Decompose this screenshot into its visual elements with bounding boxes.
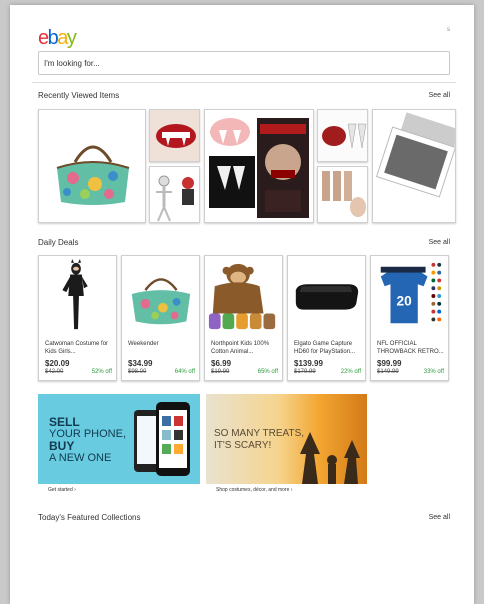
vampire-fangs-image [205, 110, 313, 222]
deal-discount: 52% off [91, 369, 112, 375]
halloween-banner-text: SO MANY TREATS, IT'S SCARY! [214, 428, 304, 452]
deal-old-price: $98.00 [128, 369, 147, 375]
banner-line: SELL [49, 415, 80, 429]
logo-letter-y: y [66, 27, 77, 49]
deal-old-price: $149.99 [377, 369, 399, 375]
animal-blanket-image [208, 263, 276, 330]
jersey-number: 20 [397, 294, 413, 309]
daily-deals-see-all[interactable]: See all [429, 239, 450, 246]
skeleton-image [156, 175, 194, 222]
recent-item-vampire-fangs[interactable] [204, 109, 314, 223]
deal-discount: 33% off [423, 369, 444, 375]
recently-viewed-see-all[interactable]: See all [429, 92, 450, 99]
deal-name: NFL OFFICIAL THROWBACK RETRO... [377, 341, 444, 355]
deal-price: $34.99 [128, 359, 153, 368]
trick-or-treaters-image [300, 432, 360, 484]
paisley-bag-image [56, 145, 130, 205]
deal-card[interactable]: Catwoman Costume for Kids Girls... $20.0… [38, 255, 117, 381]
deal-card[interactable]: 20 NFL OFFICIAL THROWBACK RETRO... $99.9… [370, 255, 449, 381]
deal-price: $99.99 [377, 359, 402, 368]
phones-image [134, 402, 190, 476]
banner-line: SO MANY TREATS, [214, 428, 305, 439]
deal-discount: 65% off [257, 369, 278, 375]
vampire-lips-image [150, 110, 199, 161]
featured-collections-title: Today's Featured Collections [38, 513, 141, 522]
logo-letter-b: b [47, 27, 59, 49]
deal-card[interactable]: Northpoint Kids 100% Cotton Animal... $6… [204, 255, 283, 381]
fangs-image [318, 110, 367, 161]
deal-name: Northpoint Kids 100% Cotton Animal... [211, 341, 270, 355]
search-box[interactable] [38, 51, 450, 75]
deal-card[interactable]: Elgato Game Capture HD60 for PlayStation… [287, 255, 366, 381]
game-capture-device-image [295, 284, 359, 310]
deal-discount: 22% off [340, 369, 361, 375]
deal-price: $139.99 [294, 359, 323, 368]
recent-item-fangs[interactable] [317, 109, 368, 162]
deal-name: Catwoman Costume for Kids Girls... [45, 341, 109, 355]
banner-line: A NEW ONE [49, 452, 112, 464]
deal-name: Elgato Game Capture HD60 for PlayStation… [294, 341, 356, 355]
deal-old-price: $179.99 [294, 369, 316, 375]
menu-button[interactable]: s [447, 27, 450, 33]
logo-letter-e: e [38, 27, 49, 49]
sell-banner-text: SELL YOUR PHONE, BUY A NEW ONE [49, 416, 126, 464]
recent-item-stockings[interactable] [317, 166, 368, 223]
deal-price: $6.99 [211, 359, 232, 368]
divider [32, 82, 456, 83]
daily-deals-title: Daily Deals [38, 238, 79, 247]
deal-price: $20.09 [45, 359, 70, 368]
weekender-bag-image [131, 278, 191, 325]
recent-item-fangs-lips[interactable] [149, 109, 200, 162]
deal-discount: 64% off [174, 369, 195, 375]
recent-item-bag[interactable] [38, 109, 146, 223]
banner-line: IT'S SCARY! [214, 440, 272, 451]
banner-line: BUY [49, 439, 75, 453]
recently-viewed-title: Recently Viewed Items [38, 91, 120, 100]
page: ebay s Recently Viewed Items See all [10, 5, 474, 604]
logo-letter-a: a [57, 27, 68, 49]
shop-costumes-link[interactable]: Shop costumes, décor, and more › [216, 487, 292, 493]
catwoman-costume-image [62, 258, 88, 330]
deal-name: Weekender [128, 341, 159, 347]
sell-phone-banner[interactable]: SELL YOUR PHONE, BUY A NEW ONE [38, 394, 200, 484]
ebay-logo[interactable]: ebay [38, 27, 77, 50]
search-input[interactable] [39, 52, 449, 74]
deal-old-price: $42.00 [45, 369, 64, 375]
halloween-banner[interactable]: SO MANY TREATS, IT'S SCARY! [206, 394, 367, 484]
deal-card[interactable]: Weekender $34.99 $98.00 64% off [121, 255, 200, 381]
deal-old-price: $19.99 [211, 369, 230, 375]
featured-see-all[interactable]: See all [429, 514, 450, 521]
recent-item-placeholder[interactable] [372, 109, 456, 223]
stockings-image [322, 171, 366, 217]
photo-placeholder-icon [375, 112, 455, 198]
recent-item-skeleton[interactable] [149, 166, 200, 223]
nfl-jersey-image: 20 [380, 262, 442, 324]
get-started-link[interactable]: Get started › [48, 487, 76, 493]
